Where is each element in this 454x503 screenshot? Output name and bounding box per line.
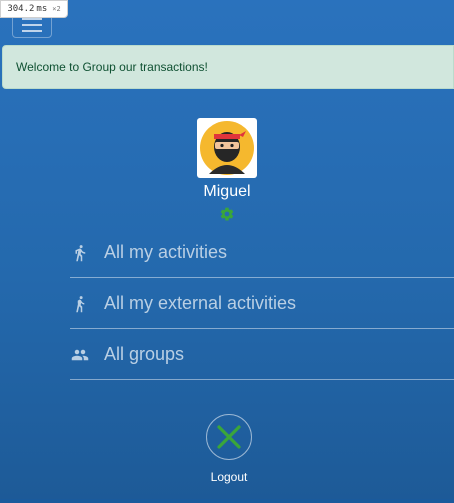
username: Miguel xyxy=(203,183,251,200)
performance-badge: 304.2 ms ×2 xyxy=(0,0,68,18)
group-icon xyxy=(70,345,90,365)
profile-section: Miguel xyxy=(0,118,454,222)
running-person-icon xyxy=(70,243,90,263)
menu-item-label: All groups xyxy=(104,344,185,364)
menu-item-external-activities[interactable]: All my external activities xyxy=(70,279,454,329)
welcome-alert: Welcome to Group our transactions! xyxy=(2,45,454,89)
menu-item-label: All my activities xyxy=(104,242,228,262)
logout-label: Logout xyxy=(210,470,248,484)
ninja-avatar-icon xyxy=(200,121,254,175)
logout-circle[interactable] xyxy=(206,414,252,460)
close-x-icon xyxy=(217,425,241,449)
bottom-bar xyxy=(0,499,454,503)
hamburger-icon xyxy=(22,18,42,20)
gear-icon[interactable] xyxy=(219,206,235,222)
main-menu: All my activities All my external activi… xyxy=(70,228,454,380)
perf-unit: ms xyxy=(36,4,48,14)
perf-multiplier: ×2 xyxy=(52,5,61,13)
alert-message: Welcome to Group our transactions! xyxy=(16,60,208,74)
logout-button[interactable]: Logout xyxy=(204,414,254,484)
menu-item-all-activities[interactable]: All my activities xyxy=(70,228,454,278)
avatar xyxy=(197,118,257,178)
walking-person-icon xyxy=(70,294,90,314)
perf-value: 304.2 xyxy=(7,4,35,14)
menu-item-all-groups[interactable]: All groups xyxy=(70,330,454,380)
menu-item-label: All my external activities xyxy=(104,293,297,313)
